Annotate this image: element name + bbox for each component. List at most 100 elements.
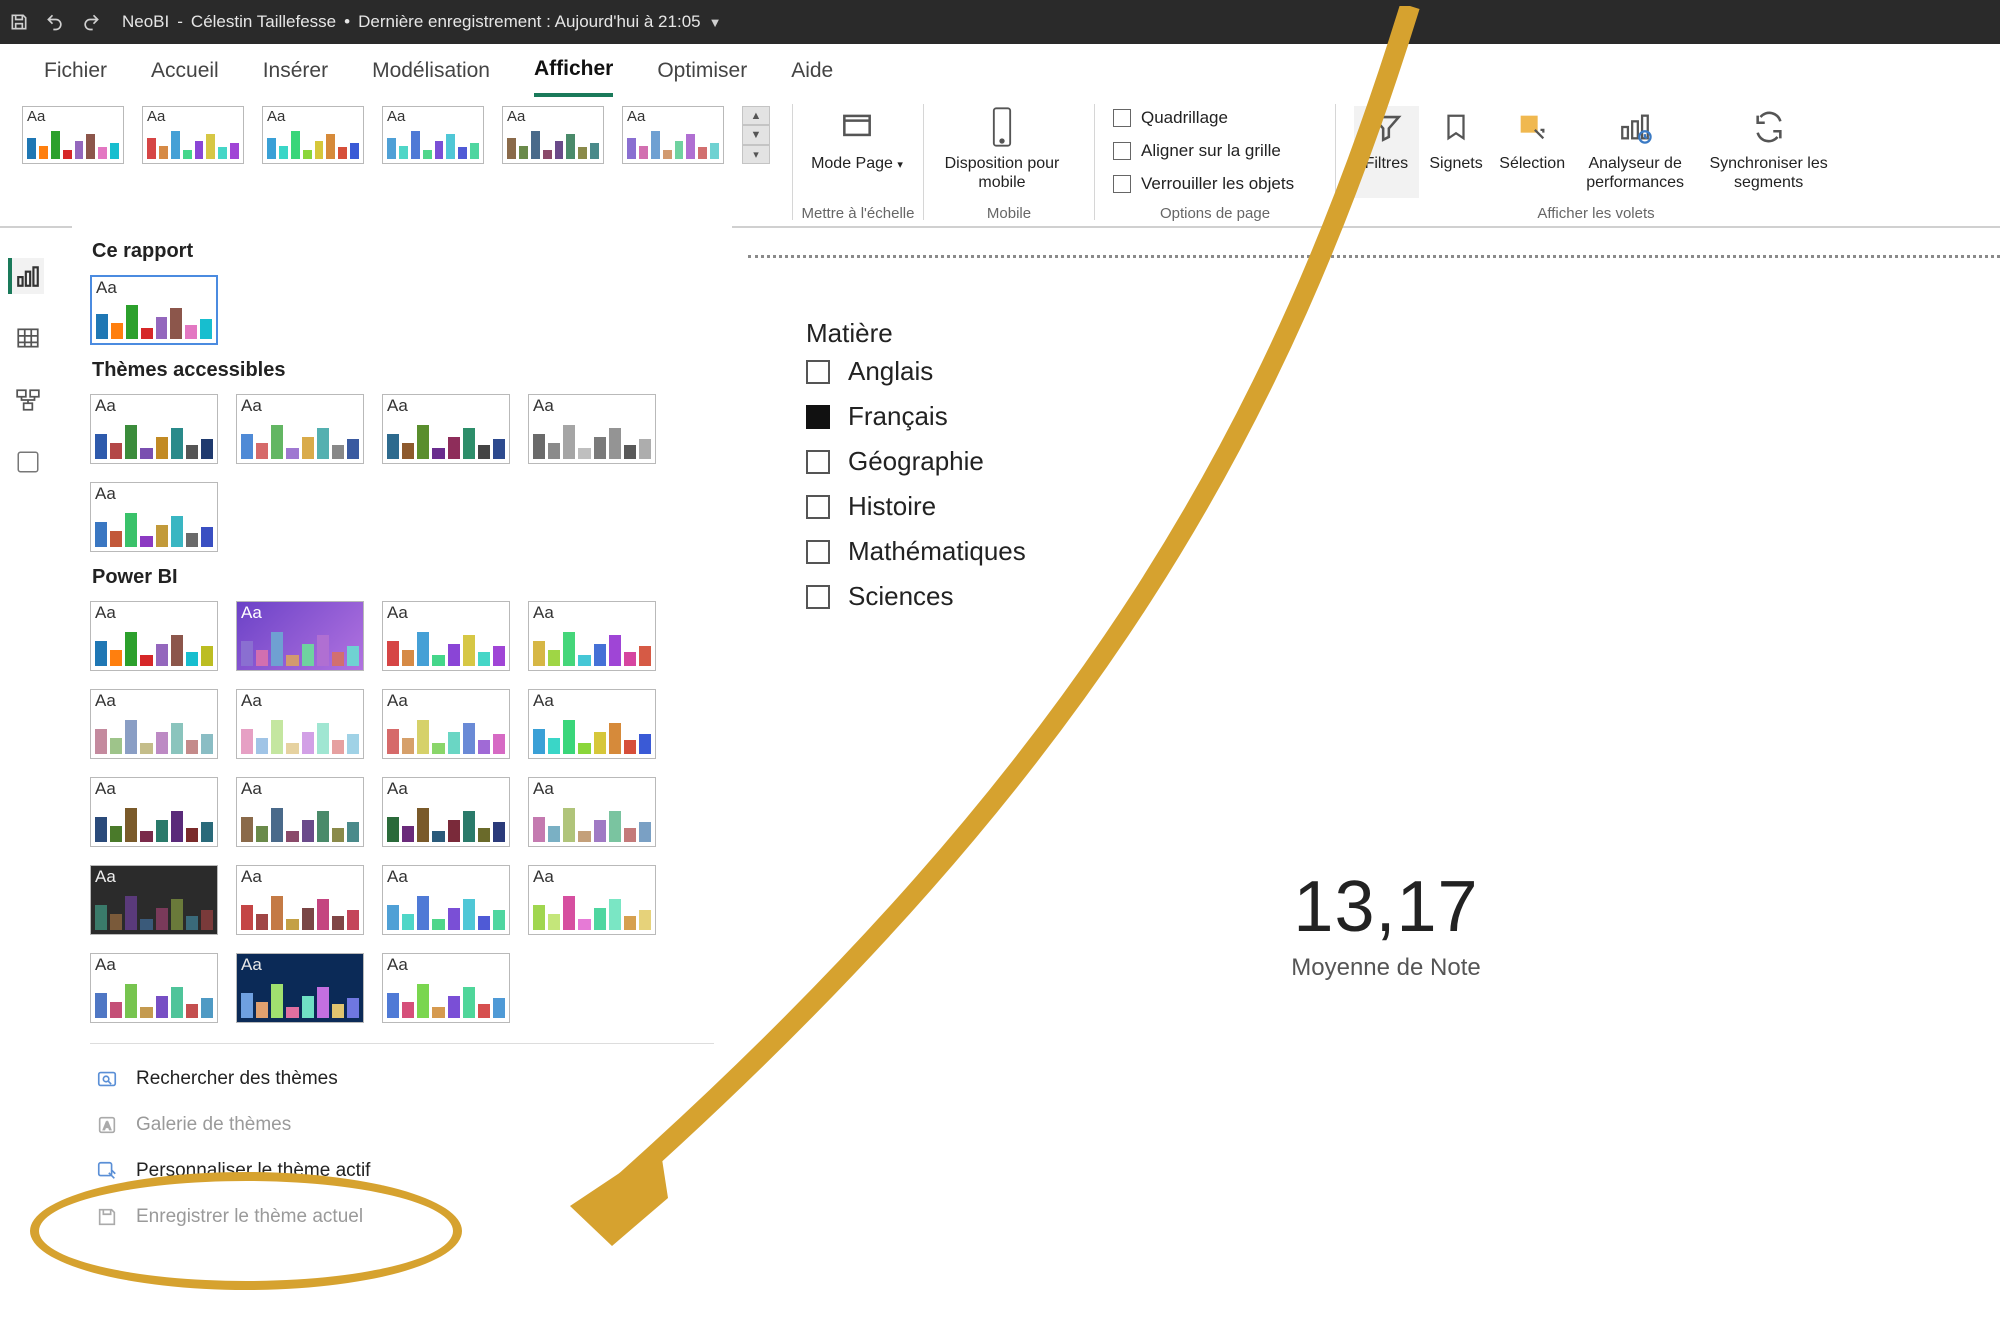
gridlines-checkbox[interactable]: Quadrillage [1113, 104, 1317, 133]
theme-swatch[interactable]: Aa [528, 601, 656, 671]
theme-swatch[interactable]: Aa [262, 106, 364, 164]
lock-objects-checkbox[interactable]: Verrouiller les objets [1113, 169, 1317, 198]
theme-swatch[interactable]: Aa [236, 865, 364, 935]
group-label-page-options: Options de page [1095, 205, 1335, 222]
checkbox-icon[interactable] [806, 450, 830, 474]
theme-swatch[interactable]: Aa [528, 689, 656, 759]
tab-optimize[interactable]: Optimiser [657, 47, 747, 95]
slicer-option[interactable]: Français [806, 401, 1026, 432]
theme-swatch[interactable]: Aa [382, 106, 484, 164]
slicer-option[interactable]: Sciences [806, 581, 1026, 612]
theme-swatch[interactable]: Aa [382, 601, 510, 671]
model-view-icon[interactable] [10, 382, 46, 418]
scroll-up-icon[interactable]: ▲ [742, 106, 770, 125]
redo-icon[interactable] [80, 11, 102, 33]
mobile-layout-button[interactable]: Disposition pour mobile [942, 106, 1062, 192]
theme-swatch[interactable]: Aa [22, 106, 124, 164]
theme-swatch[interactable]: Aa [90, 482, 218, 552]
bookmarks-pane-button[interactable]: Signets [1423, 106, 1490, 198]
section-powerbi: Power BI [92, 566, 714, 589]
slicer-option-label: Français [848, 401, 948, 432]
tab-help[interactable]: Aide [791, 47, 833, 95]
slicer-option[interactable]: Histoire [806, 491, 1026, 522]
theme-swatch[interactable]: Aa [142, 106, 244, 164]
checkbox-icon[interactable] [806, 495, 830, 519]
theme-swatch[interactable]: Aa [382, 953, 510, 1023]
tab-home[interactable]: Accueil [151, 47, 219, 95]
save-theme-menu-item[interactable]: Enregistrer le thème actuel [90, 1194, 714, 1240]
theme-swatch[interactable]: Aa [236, 689, 364, 759]
bookmark-icon [1435, 106, 1477, 148]
tab-file[interactable]: Fichier [44, 47, 107, 95]
slicer-option-label: Mathématiques [848, 536, 1026, 567]
theme-swatch[interactable]: Aa [528, 777, 656, 847]
theme-swatch[interactable]: Aa [502, 106, 604, 164]
theme-swatch[interactable]: Aa [90, 777, 218, 847]
theme-swatch[interactable]: Aa [90, 394, 218, 464]
theme-swatch[interactable]: Aa [382, 777, 510, 847]
chevron-down-icon[interactable]: ▼ [709, 15, 722, 30]
sync-slicers-button[interactable]: Synchroniser les segments [1699, 106, 1838, 198]
slicer-option[interactable]: Mathématiques [806, 536, 1026, 567]
checkbox-icon[interactable] [806, 360, 830, 384]
tab-view[interactable]: Afficher [534, 45, 613, 97]
customize-theme-menu-item[interactable]: Personnaliser le thème actif [90, 1148, 714, 1194]
theme-swatch[interactable]: Aa [528, 865, 656, 935]
report-view-icon[interactable] [8, 258, 44, 294]
theme-swatch[interactable]: Aa [528, 394, 656, 464]
theme-swatch[interactable]: Aa [90, 689, 218, 759]
theme-swatch[interactable]: Aa [622, 106, 724, 164]
page-mode-icon [836, 106, 878, 148]
theme-swatch[interactable]: Aa [90, 601, 218, 671]
section-this-report: Ce rapport [92, 240, 714, 263]
kpi-value: 13,17 [1176, 866, 1596, 948]
ribbon: Aa Aa Aa Aa Aa Aa [0, 98, 2000, 228]
slicer-title: Matière [806, 318, 893, 349]
themes-scroll[interactable]: ▲ ▼ ▾ [742, 106, 770, 164]
gallery-icon: A [94, 1112, 120, 1138]
checkbox-icon[interactable] [806, 540, 830, 564]
browse-themes-menu-item[interactable]: Rechercher des thèmes [90, 1056, 714, 1102]
tab-insert[interactable]: Insérer [263, 47, 328, 95]
theme-swatch[interactable]: Aa [236, 394, 364, 464]
page-mode-button[interactable]: Mode Page ▾ [811, 106, 903, 173]
theme-swatch[interactable]: Aa [90, 275, 218, 345]
kpi-label: Moyenne de Note [1176, 954, 1596, 982]
theme-swatch[interactable]: Aa [382, 865, 510, 935]
group-label-panes: Afficher les volets [1336, 205, 1856, 222]
snap-to-grid-checkbox[interactable]: Aligner sur la grille [1113, 137, 1317, 166]
document-title: NeoBI - Célestin Taillefesse • Dernière … [122, 12, 721, 32]
theme-gallery-menu-item[interactable]: A Galerie de thèmes [90, 1102, 714, 1148]
theme-swatch[interactable]: Aa [236, 777, 364, 847]
canvas-top-edge [748, 255, 2000, 258]
expand-gallery-icon[interactable]: ▾ [742, 145, 770, 164]
performance-icon [1614, 106, 1656, 148]
theme-swatch[interactable]: Aa [382, 394, 510, 464]
filters-pane-button[interactable]: Filtres [1354, 106, 1419, 198]
dax-view-icon[interactable] [10, 444, 46, 480]
theme-swatch[interactable]: Aa [90, 865, 218, 935]
theme-swatch[interactable]: Aa [382, 689, 510, 759]
undo-icon[interactable] [44, 11, 66, 33]
data-view-icon[interactable] [10, 320, 46, 356]
browse-icon [94, 1066, 120, 1092]
performance-analyzer-button[interactable]: Analyseur de performances [1575, 106, 1695, 198]
sync-icon [1748, 106, 1790, 148]
selection-pane-button[interactable]: Sélection [1493, 106, 1571, 198]
checkbox-icon[interactable] [806, 585, 830, 609]
customize-icon [94, 1158, 120, 1184]
save-icon[interactable] [8, 11, 30, 33]
checkbox-icon[interactable] [806, 405, 830, 429]
slicer-option-label: Histoire [848, 491, 936, 522]
slicer-option[interactable]: Géographie [806, 446, 1026, 477]
save-theme-icon [94, 1204, 120, 1230]
theme-swatch[interactable]: Aa [90, 953, 218, 1023]
scroll-down-icon[interactable]: ▼ [742, 125, 770, 144]
themes-gallery[interactable]: Aa Aa Aa Aa Aa Aa [0, 98, 792, 226]
theme-swatch[interactable]: Aa [236, 601, 364, 671]
subject-slicer[interactable]: Anglais Français Géographie Histoire Mat… [806, 356, 1026, 612]
slicer-option[interactable]: Anglais [806, 356, 1026, 387]
theme-swatch[interactable]: Aa [236, 953, 364, 1023]
tab-modeling[interactable]: Modélisation [372, 47, 490, 95]
kpi-card: 13,17 Moyenne de Note [1176, 866, 1596, 982]
